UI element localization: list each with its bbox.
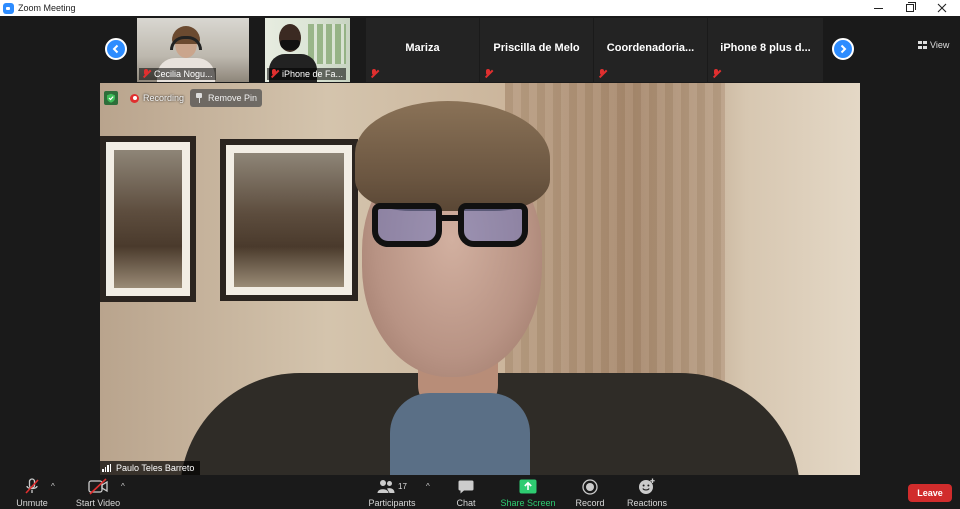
zoom-app-icon: [3, 2, 14, 14]
participant-strip: Cecilia Nogu... iPhone de Fa... Mariza P…: [0, 16, 960, 82]
share-screen-icon: [519, 479, 537, 494]
participants-button[interactable]: 17 Participants: [362, 478, 422, 508]
participant-name: Priscilla de Melo: [493, 42, 580, 54]
reactions-smiley-icon: [639, 478, 655, 494]
chat-label: Chat: [456, 498, 476, 508]
chat-button[interactable]: Chat: [436, 478, 496, 508]
participant-name: iPhone 8 plus d...: [720, 42, 811, 54]
view-label: View: [930, 40, 950, 50]
speaker-caption: Paulo Teles Barreto: [100, 461, 201, 475]
mic-muted-icon: [712, 69, 721, 79]
share-screen-button[interactable]: Share Screen: [498, 478, 558, 508]
gallery-view-icon: [918, 41, 927, 49]
record-icon: [582, 478, 598, 495]
participant-name: Cecilia Nogu...: [154, 69, 213, 79]
restore-button[interactable]: [894, 0, 926, 16]
share-screen-label: Share Screen: [500, 498, 556, 508]
start-video-button[interactable]: Start Video: [68, 478, 128, 508]
participant-tile[interactable]: Coordenadoria...: [594, 18, 707, 82]
chevron-right-icon: [840, 44, 847, 54]
audio-options-caret[interactable]: ^: [51, 482, 55, 491]
record-label: Record: [575, 498, 605, 508]
record-button[interactable]: Record: [560, 478, 620, 508]
participants-options-caret[interactable]: ^: [426, 482, 430, 491]
mic-muted-icon: [25, 478, 39, 494]
participant-caption: Cecilia Nogu...: [139, 68, 216, 80]
participant-name: iPhone de Fa...: [282, 69, 344, 79]
wall-picture: [100, 136, 196, 302]
speaker-name: Paulo Teles Barreto: [116, 463, 195, 473]
mic-muted-icon: [484, 69, 493, 79]
participant-name: Coordenadoria...: [606, 42, 695, 54]
leave-button[interactable]: Leave: [908, 484, 952, 502]
video-overlay-controls: Recording Remove Pin: [104, 89, 263, 107]
security-shield-icon[interactable]: [104, 91, 118, 105]
chevron-left-icon: [112, 44, 119, 54]
pin-icon: [195, 93, 203, 103]
view-button[interactable]: View: [918, 40, 949, 50]
restore-icon: [906, 2, 916, 12]
recording-icon: [130, 93, 139, 103]
window-title: Zoom Meeting: [18, 3, 76, 13]
mic-muted-icon: [370, 69, 379, 79]
participant-tile[interactable]: iPhone de Fa...: [265, 18, 350, 82]
strip-next-button[interactable]: [832, 38, 854, 60]
minimize-icon: [873, 7, 883, 9]
close-button[interactable]: [926, 0, 958, 16]
participant-tile[interactable]: Cecilia Nogu...: [137, 18, 249, 82]
close-icon: [937, 3, 947, 13]
wall-picture: [220, 139, 358, 301]
participant-name: Mariza: [405, 42, 440, 54]
start-video-label: Start Video: [75, 498, 121, 508]
reactions-label: Reactions: [626, 498, 668, 508]
mic-muted-icon: [270, 69, 279, 79]
chat-icon: [458, 480, 474, 494]
mic-muted-icon: [598, 69, 607, 79]
participant-tile[interactable]: iPhone 8 plus d...: [708, 18, 823, 82]
unmute-label: Unmute: [16, 498, 48, 508]
reactions-button[interactable]: Reactions: [617, 478, 677, 508]
meeting-toolbar: Unmute ^ Start Video ^ 17 Participants ^: [0, 476, 960, 509]
participants-icon: [377, 480, 395, 493]
recording-label: Recording: [143, 93, 185, 103]
video-options-caret[interactable]: ^: [121, 482, 125, 491]
video-off-icon: [88, 478, 108, 495]
participant-caption: iPhone de Fa...: [267, 68, 347, 80]
speaker-glasses: [372, 203, 537, 249]
strip-prev-button[interactable]: [105, 38, 127, 60]
remove-pin-button[interactable]: Remove Pin: [190, 89, 263, 107]
pinned-video[interactable]: Recording Remove Pin Paulo Teles Barreto: [100, 83, 860, 475]
remove-pin-label: Remove Pin: [208, 93, 258, 103]
participant-tile[interactable]: Priscilla de Melo: [480, 18, 593, 82]
participants-count: 17: [398, 482, 407, 491]
minimize-button[interactable]: [862, 0, 894, 16]
participant-tile[interactable]: Mariza: [366, 18, 479, 82]
participants-label: Participants: [368, 498, 416, 508]
title-bar: Zoom Meeting: [0, 0, 960, 16]
mic-muted-icon: [142, 69, 151, 79]
recording-indicator[interactable]: Recording: [130, 93, 184, 103]
signal-strength-icon: [102, 464, 112, 472]
